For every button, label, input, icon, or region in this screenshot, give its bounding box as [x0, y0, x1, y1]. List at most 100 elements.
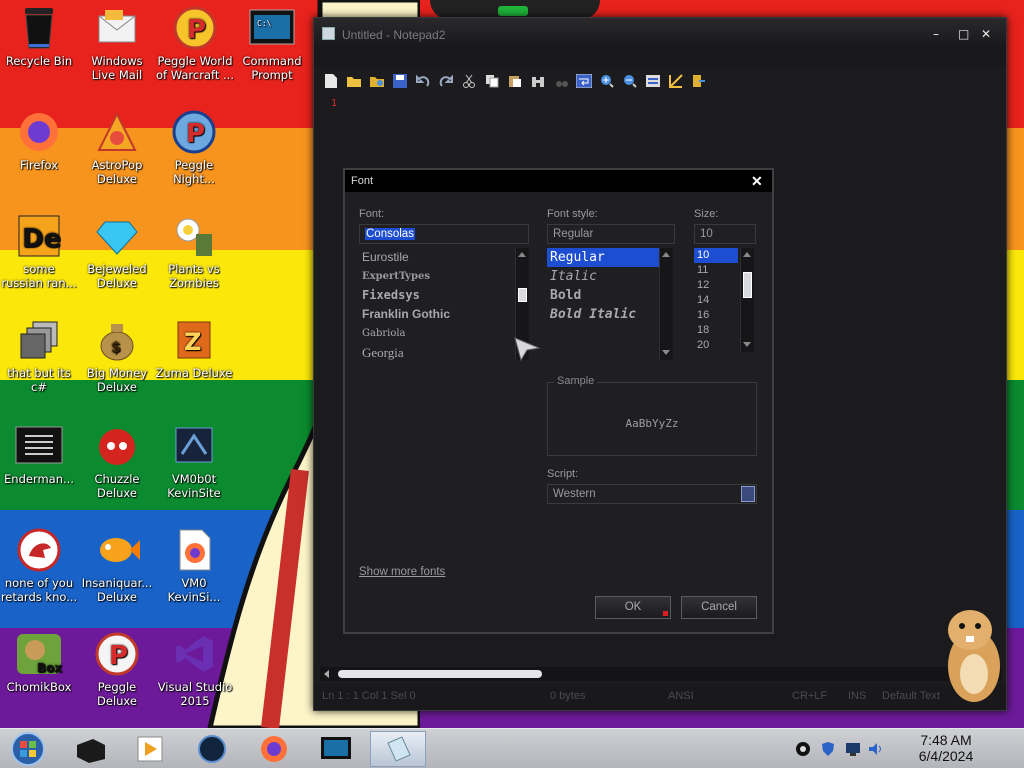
scroll-up-arrow[interactable] [743, 252, 751, 257]
size-item[interactable]: 10 [694, 248, 738, 263]
scroll-left-arrow[interactable] [324, 670, 329, 678]
close-button[interactable]: ✕ [981, 27, 991, 41]
ok-button[interactable]: OK [595, 596, 671, 619]
font-name-input[interactable]: Consolas [359, 224, 529, 244]
find-icon[interactable] [529, 72, 547, 90]
tray-power-icon[interactable] [795, 741, 811, 757]
zoom-out-icon[interactable] [621, 72, 639, 90]
scroll-up-arrow[interactable] [662, 252, 670, 257]
scroll-down-arrow[interactable] [662, 350, 670, 355]
font-style-item-bold-italic[interactable]: Bold Italic [547, 305, 659, 324]
desktop-icon-firefox[interactable]: Firefox [0, 110, 78, 172]
undo-icon[interactable] [414, 72, 432, 90]
desktop-icon-that-but-its-csharp[interactable]: that but its c# [0, 318, 78, 394]
scroll-up-arrow[interactable] [518, 252, 526, 257]
font-list-item[interactable]: Georgia [359, 343, 515, 362]
cancel-button[interactable]: Cancel [681, 596, 757, 619]
desktop-icon-plants-vs-zombies[interactable]: Plants vs Zombies [155, 214, 233, 290]
desktop-icon-insaniquarium[interactable]: Insaniquar... Deluxe [78, 528, 156, 604]
desktop-icon-recycle-bin[interactable]: Recycle Bin [0, 6, 78, 68]
tray-network-icon[interactable] [845, 741, 861, 757]
desktop-icon-visual-studio[interactable]: Visual Studio 2015 [155, 632, 235, 708]
save-icon[interactable] [391, 72, 409, 90]
font-dialog[interactable]: Font ✕ Font: Consolas Eurostile ExpertTy… [343, 168, 774, 634]
taskbar-item-recycle[interactable] [62, 731, 118, 767]
font-style-scrollbar[interactable] [659, 248, 673, 360]
size-item[interactable]: 11 [694, 263, 738, 278]
copy-icon[interactable] [483, 72, 501, 90]
scroll-thumb[interactable] [518, 288, 527, 302]
desktop-icon-command-prompt[interactable]: C:\ Command Prompt [233, 6, 311, 82]
scroll-down-arrow[interactable] [743, 342, 751, 347]
word-wrap-icon[interactable] [575, 72, 593, 90]
taskbar-item-notepad2[interactable] [370, 731, 426, 767]
font-style-item-bold[interactable]: Bold [547, 286, 659, 305]
tray-volume-icon[interactable] [868, 741, 884, 757]
desktop-icon-peggle-world-of-warcraft[interactable]: P Peggle World of Warcraft ... [155, 6, 235, 82]
font-list-item[interactable]: Fixedsys [359, 286, 515, 305]
desktop-icon-vm0-kevinsite[interactable]: VM0 KevinSi... [155, 528, 233, 604]
size-list-scrollbar[interactable] [740, 248, 754, 352]
font-list-item[interactable]: Eurostile [359, 248, 515, 267]
script-select[interactable]: Western [547, 484, 757, 504]
font-dialog-close-button[interactable]: ✕ [751, 173, 763, 190]
font-style-item-regular[interactable]: Regular [547, 248, 659, 267]
notepad-titlebar[interactable]: Untitled - Notepad2 – □ ✕ [314, 18, 1006, 48]
redo-icon[interactable] [437, 72, 455, 90]
desktop-icon-zuma[interactable]: Z Zuma Deluxe [155, 318, 233, 380]
scroll-thumb[interactable] [338, 670, 542, 678]
desktop-icon-big-money[interactable]: $ Big Money Deluxe [78, 318, 156, 394]
open-folder-icon[interactable] [345, 72, 363, 90]
exit-icon[interactable] [690, 72, 708, 90]
size-input[interactable]: 10 [694, 224, 756, 244]
horizontal-scrollbar[interactable] [320, 667, 1002, 681]
size-item[interactable]: 18 [694, 323, 738, 338]
icon-label: Firefox [19, 158, 59, 172]
size-item[interactable]: 14 [694, 293, 738, 308]
font-style-item-italic[interactable]: Italic [547, 267, 659, 286]
size-list[interactable]: 10 11 12 14 16 18 20 [694, 248, 738, 356]
font-style-list[interactable]: Regular Italic Bold Bold Italic [547, 248, 659, 338]
minimize-button[interactable]: – [933, 27, 939, 41]
font-style-input[interactable]: Regular [547, 224, 675, 244]
taskbar-clock[interactable]: 7:48 AM 6/4/2024 [888, 732, 1004, 764]
cut-icon[interactable] [460, 72, 478, 90]
taskbar-item-firefox[interactable] [246, 731, 302, 767]
notepad-menubar[interactable] [314, 48, 1006, 68]
desktop-icon-bejeweled[interactable]: Bejeweled Deluxe [78, 214, 156, 290]
desktop-icon-vmobot-kevinsite[interactable]: VM0b0t KevinSite [155, 424, 233, 500]
paste-icon[interactable] [506, 72, 524, 90]
scroll-thumb[interactable] [743, 272, 752, 298]
font-list-item[interactable]: Gabriola [359, 324, 515, 343]
customize-icon[interactable] [667, 72, 685, 90]
font-list[interactable]: Eurostile ExpertTypes Fixedsys Franklin … [359, 248, 515, 366]
start-button[interactable] [0, 731, 56, 767]
scheme-icon[interactable] [644, 72, 662, 90]
desktop-icon-enderman[interactable]: Enderman... [0, 424, 78, 486]
desktop-icon-peggle-deluxe[interactable]: P Peggle Deluxe [78, 632, 156, 708]
show-more-fonts-link[interactable]: Show more fonts [359, 566, 445, 578]
desktop-icon-none-of-you[interactable]: none of you retards kno... [0, 528, 78, 604]
desktop-icon-peggle-nights[interactable]: P Peggle Night... [155, 110, 233, 186]
size-item[interactable]: 12 [694, 278, 738, 293]
taskbar-item-command-prompt[interactable] [308, 731, 364, 767]
desktop-icon-astropop[interactable]: AstroPop Deluxe [78, 110, 156, 186]
zoom-in-icon[interactable] [598, 72, 616, 90]
tray-shield-icon[interactable] [820, 741, 836, 757]
size-item[interactable]: 20 [694, 338, 738, 353]
font-dialog-titlebar[interactable]: Font ✕ [345, 170, 772, 192]
browse-icon[interactable] [368, 72, 386, 90]
desktop-icon-chuzzle[interactable]: Chuzzle Deluxe [78, 424, 156, 500]
taskbar-item-globe[interactable] [184, 731, 240, 767]
desktop-icon-windows-live-mail[interactable]: Windows Live Mail [78, 6, 156, 82]
size-item[interactable]: 16 [694, 308, 738, 323]
font-list-item[interactable]: Franklin Gothic [359, 305, 515, 324]
font-list-item[interactable]: ExpertTypes [359, 267, 515, 286]
new-file-icon[interactable] [322, 72, 340, 90]
desktop-icon-chomikbox[interactable]: Box ChomikBox [0, 632, 78, 694]
desktop-icon-some-russian[interactable]: De some russian ran... [0, 214, 78, 290]
dropdown-arrow-icon[interactable] [741, 486, 755, 502]
taskbar-item-media-player[interactable] [122, 731, 178, 767]
replace-icon[interactable] [552, 72, 570, 90]
maximize-button[interactable]: □ [958, 27, 969, 41]
